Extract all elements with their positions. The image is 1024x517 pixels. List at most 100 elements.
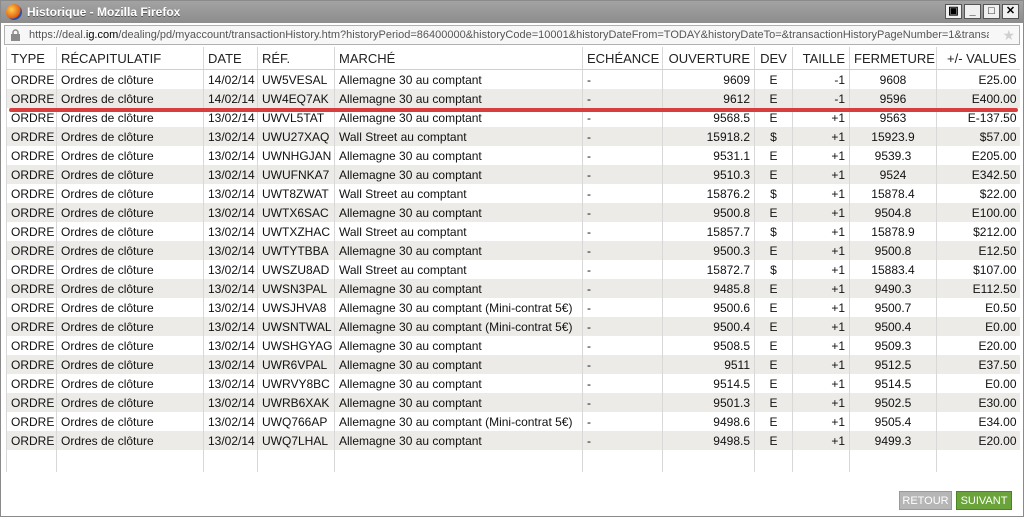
cell-col-taille: +1 [792, 127, 850, 146]
table-row[interactable]: ORDRE Ordres de clôture 13/02/14 UWU27XAQ Wa… [6, 127, 1020, 146]
table-row[interactable]: ORDRE Ordres de clôture 13/02/14 UWQ7LHAL Al… [6, 431, 1020, 450]
table-row[interactable]: ORDRE Ordres de clôture 13/02/14 UWTYTBBA Al… [6, 241, 1020, 260]
cell-col-values: E112.50 [936, 279, 1020, 298]
cell-col-ref: UW5VESAL [257, 69, 335, 89]
cell-col-type: ORDRE [6, 431, 57, 450]
table-body: ORDRE Ordres de clôture 14/02/14 UW5VESAL Al… [6, 69, 1020, 472]
table-row[interactable]: ORDRE Ordres de clôture 14/02/14 UW4EQ7AK Al… [6, 89, 1020, 108]
cell-col-ref: UWNHGJAN [257, 146, 335, 165]
table-row[interactable]: ORDRE Ordres de clôture 13/02/14 UWNHGJAN Al… [6, 146, 1020, 165]
cell-col-marche: Allemagne 30 au comptant [334, 146, 583, 165]
cell-col-dev: E [754, 374, 793, 393]
cell-col-type: ORDRE [6, 317, 57, 336]
cell-col-ref: UWSNTWAL [257, 317, 335, 336]
close-button[interactable]: ✕ [1002, 4, 1019, 19]
url-text[interactable]: https://deal.ig.com/dealing/pd/myaccount… [29, 29, 989, 41]
empty-cell [582, 450, 663, 472]
cell-col-dev: $ [754, 222, 793, 241]
cell-col-echeance: - [582, 374, 663, 393]
header-col-fermeture: FERMETURE [849, 47, 937, 70]
table-row[interactable]: ORDRE Ordres de clôture 13/02/14 UWSJHVA8 Al… [6, 298, 1020, 317]
cell-col-recap: Ordres de clôture [56, 393, 204, 412]
cell-col-type: ORDRE [6, 184, 57, 203]
cell-col-ouverture: 9498.5 [662, 431, 755, 450]
cell-col-ref: UWTX6SAC [257, 203, 335, 222]
cell-col-ref: UWSZU8AD [257, 260, 335, 279]
cell-col-taille: +1 [792, 412, 850, 431]
cell-col-ref: UWR6VPAL [257, 355, 335, 374]
cell-col-ref: UWTXZHAC [257, 222, 335, 241]
cell-col-echeance: - [582, 298, 663, 317]
cell-col-dev: E [754, 69, 793, 89]
table-row[interactable]: ORDRE Ordres de clôture 13/02/14 UWTXZHAC Wa… [6, 222, 1020, 241]
header-col-dev: DEV [754, 47, 793, 70]
cell-col-type: ORDRE [6, 260, 57, 279]
cell-col-marche: Allemagne 30 au comptant [334, 431, 583, 450]
table-row[interactable]: ORDRE Ordres de clôture 13/02/14 UWSNTWAL Al… [6, 317, 1020, 336]
cell-col-type: ORDRE [6, 279, 57, 298]
table-row[interactable]: ORDRE Ordres de clôture 13/02/14 UWUFNKA7 Al… [6, 165, 1020, 184]
cell-col-fermeture: 15878.4 [849, 184, 937, 203]
cell-col-values: E12.50 [936, 241, 1020, 260]
cell-col-values: E100.00 [936, 203, 1020, 222]
cell-col-recap: Ordres de clôture [56, 336, 204, 355]
cell-col-values: E0.50 [936, 298, 1020, 317]
table-row[interactable]: ORDRE Ordres de clôture 13/02/14 UWSZU8AD Wa… [6, 260, 1020, 279]
table-row[interactable]: ORDRE Ordres de clôture 13/02/14 UWSHGYAG Al… [6, 336, 1020, 355]
cell-col-fermeture: 9490.3 [849, 279, 937, 298]
table-row[interactable]: ORDRE Ordres de clôture 14/02/14 UW5VESAL Al… [6, 69, 1020, 89]
header-col-type: TYPE [6, 47, 57, 70]
cell-col-taille: +1 [792, 336, 850, 355]
cell-col-values: E20.00 [936, 431, 1020, 450]
cell-col-values: E34.00 [936, 412, 1020, 431]
cell-col-ref: UW4EQ7AK [257, 89, 335, 108]
cell-col-ref: UWRVY8BC [257, 374, 335, 393]
cell-col-echeance: - [582, 222, 663, 241]
cell-col-fermeture: 15883.4 [849, 260, 937, 279]
table-row[interactable]: ORDRE Ordres de clôture 13/02/14 UWQ766AP Al… [6, 412, 1020, 431]
cell-col-ref: UWSJHVA8 [257, 298, 335, 317]
cell-col-type: ORDRE [6, 127, 57, 146]
restore-window-icon[interactable]: ▣ [945, 4, 962, 19]
cell-col-ouverture: 9612 [662, 89, 755, 108]
window-controls: ▣ _ □ ✕ [945, 4, 1019, 19]
cell-col-fermeture: 9499.3 [849, 431, 937, 450]
minimize-button[interactable]: _ [964, 4, 981, 19]
next-button[interactable]: SUIVANT [956, 491, 1012, 510]
cell-col-ouverture: 9514.5 [662, 374, 755, 393]
cell-col-values: $22.00 [936, 184, 1020, 203]
cell-col-dev: $ [754, 184, 793, 203]
cell-col-date: 14/02/14 [203, 69, 258, 89]
cell-col-values: E25.00 [936, 69, 1020, 89]
table-header-row: TYPE RÉCAPITULATIF DATE RÉF. MARCHÉ ECHÉANCE O… [6, 47, 1020, 70]
cell-col-date: 13/02/14 [203, 393, 258, 412]
cell-col-marche: Allemagne 30 au comptant (Mini-contrat 5… [334, 298, 583, 317]
cell-col-marche: Allemagne 30 au comptant [334, 165, 583, 184]
table-row[interactable]: ORDRE Ordres de clôture 13/02/14 UWRVY8BC Al… [6, 374, 1020, 393]
table-row[interactable]: ORDRE Ordres de clôture 13/02/14 UWT8ZWAT Wa… [6, 184, 1020, 203]
cell-col-fermeture: 15878.9 [849, 222, 937, 241]
cell-col-echeance: - [582, 355, 663, 374]
cell-col-marche: Allemagne 30 au comptant [334, 374, 583, 393]
cell-col-values: E205.00 [936, 146, 1020, 165]
table-row[interactable]: ORDRE Ordres de clôture 13/02/14 UWSN3PAL Al… [6, 279, 1020, 298]
cell-col-echeance: - [582, 431, 663, 450]
cell-col-date: 13/02/14 [203, 412, 258, 431]
bookmark-star-icon[interactable]: ★ [1002, 27, 1015, 44]
maximize-button[interactable]: □ [983, 4, 1000, 19]
cell-col-fermeture: 9512.5 [849, 355, 937, 374]
cell-col-marche: Allemagne 30 au comptant (Mini-contrat 5… [334, 317, 583, 336]
back-button[interactable]: RETOUR [899, 491, 952, 510]
cell-col-date: 13/02/14 [203, 260, 258, 279]
cell-col-fermeture: 9504.8 [849, 203, 937, 222]
cell-col-ouverture: 9508.5 [662, 336, 755, 355]
cell-col-date: 13/02/14 [203, 241, 258, 260]
table-row[interactable]: ORDRE Ordres de clôture 13/02/14 UWTX6SAC Al… [6, 203, 1020, 222]
cell-col-taille: +1 [792, 260, 850, 279]
address-bar[interactable]: https://deal.ig.com/dealing/pd/myaccount… [4, 25, 1020, 45]
empty-cell [936, 450, 1020, 472]
cell-col-date: 13/02/14 [203, 355, 258, 374]
table-row[interactable]: ORDRE Ordres de clôture 13/02/14 UWRB6XAK Al… [6, 393, 1020, 412]
table-row[interactable]: ORDRE Ordres de clôture 13/02/14 UWR6VPAL Al… [6, 355, 1020, 374]
cell-col-echeance: - [582, 241, 663, 260]
